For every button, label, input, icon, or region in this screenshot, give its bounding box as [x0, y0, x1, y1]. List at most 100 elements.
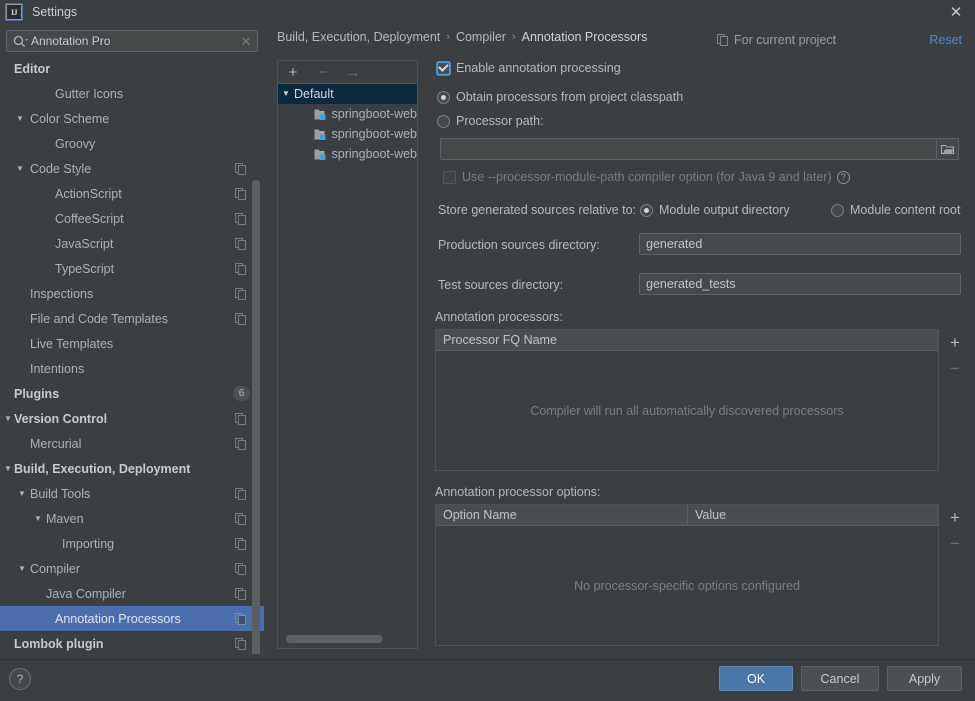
- sidebar-item-inspections[interactable]: Inspections: [0, 281, 264, 306]
- processor-path-input[interactable]: [440, 138, 937, 160]
- breadcrumb-item-1[interactable]: Compiler: [456, 30, 506, 44]
- module-list-item[interactable]: springboot-web: [278, 124, 417, 144]
- options-table-caption: Annotation processor options:: [435, 485, 601, 499]
- chevron-down-icon[interactable]: ▼: [2, 464, 14, 473]
- sidebar-item-javascript[interactable]: JavaScript: [0, 231, 264, 256]
- chevron-down-icon[interactable]: ▼: [32, 514, 44, 523]
- processors-table-header: Processor FQ Name: [436, 330, 938, 351]
- module-icon: [314, 128, 328, 141]
- sidebar-item-label: Build Tools: [30, 486, 91, 501]
- options-table-caption-row: Annotation processor options:: [435, 485, 600, 499]
- module-list-panel[interactable]: ▼ Default springboot-web springboot-web spri…: [277, 83, 418, 649]
- sidebar-item-intentions[interactable]: Intentions: [0, 356, 264, 381]
- scope-note-label: For current project: [734, 33, 837, 47]
- sidebar-item-coffeescript[interactable]: CoffeeScript: [0, 206, 264, 231]
- sidebar-item-gutter-icons[interactable]: Gutter Icons: [0, 81, 264, 106]
- settings-tree[interactable]: Editor Gutter Icons ▼ Color Scheme Groovy ▼ Co…: [0, 56, 264, 654]
- add-option-button[interactable]: +: [941, 504, 969, 530]
- search-icon[interactable]: [7, 35, 31, 48]
- sidebar-item-label: Color Scheme: [30, 111, 110, 126]
- module-content-root-row[interactable]: Module content root: [831, 203, 961, 217]
- module-list-item[interactable]: springboot-web: [278, 144, 417, 164]
- close-icon[interactable]: ✕: [945, 2, 967, 22]
- settings-search[interactable]: ✕: [6, 30, 258, 52]
- sidebar-item-live-templates[interactable]: Live Templates: [0, 331, 264, 356]
- options-table[interactable]: Option Name Value No processor-specific …: [435, 504, 939, 646]
- copy-settings-icon: [235, 512, 247, 525]
- options-table-col-0[interactable]: Option Name: [436, 505, 687, 525]
- chevron-down-icon[interactable]: ▼: [278, 90, 294, 98]
- sidebar-item-code-style[interactable]: ▼ Code Style: [0, 156, 264, 181]
- search-input[interactable]: [31, 34, 235, 48]
- chevron-down-icon[interactable]: ▼: [14, 164, 26, 173]
- ok-button[interactable]: OK: [719, 666, 793, 691]
- processor-module-path-checkbox[interactable]: [443, 170, 456, 184]
- sidebar-item-actionscript[interactable]: ActionScript: [0, 181, 264, 206]
- module-list-horizontal-scrollbar[interactable]: [286, 635, 383, 643]
- chevron-down-icon[interactable]: ▼: [14, 114, 26, 123]
- sidebar-item-label: Mercurial: [30, 436, 82, 451]
- help-icon[interactable]: ?: [836, 170, 850, 184]
- obtain-from-classpath-row[interactable]: Obtain processors from project classpath: [437, 90, 683, 104]
- module-list-item[interactable]: springboot-web: [278, 104, 417, 124]
- processors-table-col-0[interactable]: Processor FQ Name: [436, 330, 938, 350]
- enable-annotation-processing-row[interactable]: Enable annotation processing: [437, 61, 621, 75]
- cancel-button[interactable]: Cancel: [801, 666, 879, 691]
- processor-module-path-row[interactable]: Use --processor-module-path compiler opt…: [443, 170, 850, 184]
- breadcrumb-item-0[interactable]: Build, Execution, Deployment: [277, 30, 440, 44]
- add-processor-button[interactable]: +: [941, 329, 969, 355]
- options-table-col-1[interactable]: Value: [687, 505, 938, 525]
- module-content-root-radio[interactable]: [831, 203, 844, 217]
- sidebar-item-typescript[interactable]: TypeScript: [0, 256, 264, 281]
- module-output-directory-radio[interactable]: [640, 203, 653, 217]
- title-bar: IJ Settings ✕: [0, 0, 975, 24]
- chevron-down-icon[interactable]: ▼: [2, 414, 14, 423]
- obtain-from-classpath-radio[interactable]: [437, 90, 450, 104]
- sidebar-item-label: JavaScript: [55, 236, 114, 251]
- store-generated-sources-label: Store generated sources relative to:: [438, 203, 637, 217]
- processor-module-path-label: Use --processor-module-path compiler opt…: [462, 170, 832, 184]
- sidebar-item-plugins[interactable]: Plugins 6: [0, 381, 264, 406]
- sidebar-item-editor[interactable]: Editor: [0, 56, 264, 81]
- sidebar-item-lombok-plugin[interactable]: Lombok plugin: [0, 631, 264, 654]
- sidebar-item-annotation-processors[interactable]: Annotation Processors: [0, 606, 264, 631]
- store-generated-sources-row: Store generated sources relative to:: [438, 203, 636, 217]
- move-module-button[interactable]: →: [338, 62, 368, 83]
- sidebar-item-java-compiler[interactable]: Java Compiler: [0, 581, 264, 606]
- help-button[interactable]: ?: [9, 668, 31, 690]
- sidebar-item-importing[interactable]: Importing: [0, 531, 264, 556]
- sidebar-item-color-scheme[interactable]: ▼ Color Scheme: [0, 106, 264, 131]
- apply-button[interactable]: Apply: [887, 666, 962, 691]
- add-module-button[interactable]: +: [278, 62, 308, 83]
- chevron-down-icon[interactable]: ▼: [16, 564, 28, 573]
- processor-path-browse-button[interactable]: [937, 138, 959, 160]
- production-sources-input[interactable]: [639, 233, 961, 255]
- test-sources-input[interactable]: [639, 273, 961, 295]
- sidebar-item-version-control[interactable]: ▼ Version Control: [0, 406, 264, 431]
- module-item-label: springboot-web: [331, 127, 417, 141]
- search-clear-icon[interactable]: ✕: [235, 35, 257, 48]
- processors-table[interactable]: Processor FQ Name Compiler will run all …: [435, 329, 939, 471]
- processor-path-row[interactable]: Processor path:: [437, 114, 544, 128]
- sidebar-item-mercurial[interactable]: Mercurial: [0, 431, 264, 456]
- sidebar-item-file-and-code-templates[interactable]: File and Code Templates: [0, 306, 264, 331]
- sidebar-item-groovy[interactable]: Groovy: [0, 131, 264, 156]
- sidebar-scrollbar-thumb[interactable]: [252, 180, 260, 654]
- enable-annotation-processing-checkbox[interactable]: [437, 61, 450, 75]
- sidebar-item-build-tools[interactable]: ▼ Build Tools: [0, 481, 264, 506]
- module-content-root-label: Module content root: [850, 203, 961, 217]
- module-output-directory-row[interactable]: Module output directory: [640, 203, 790, 217]
- sidebar-item-maven[interactable]: ▼ Maven: [0, 506, 264, 531]
- reset-link[interactable]: Reset: [929, 33, 962, 47]
- sidebar-item-build-execution-deployment[interactable]: ▼ Build, Execution, Deployment: [0, 456, 264, 481]
- sidebar-scrollbar-track[interactable]: [252, 118, 262, 654]
- sidebar-item-compiler[interactable]: ▼ Compiler: [0, 556, 264, 581]
- remove-processor-button[interactable]: −: [941, 355, 969, 381]
- chevron-down-icon[interactable]: ▼: [16, 489, 28, 498]
- options-table-header: Option Name Value: [436, 505, 938, 526]
- remove-option-button[interactable]: −: [941, 530, 969, 556]
- module-profile-item[interactable]: ▼ Default: [278, 84, 417, 104]
- processor-path-radio[interactable]: [437, 114, 450, 128]
- copy-settings-icon: [235, 287, 247, 300]
- remove-module-button[interactable]: −: [308, 62, 338, 83]
